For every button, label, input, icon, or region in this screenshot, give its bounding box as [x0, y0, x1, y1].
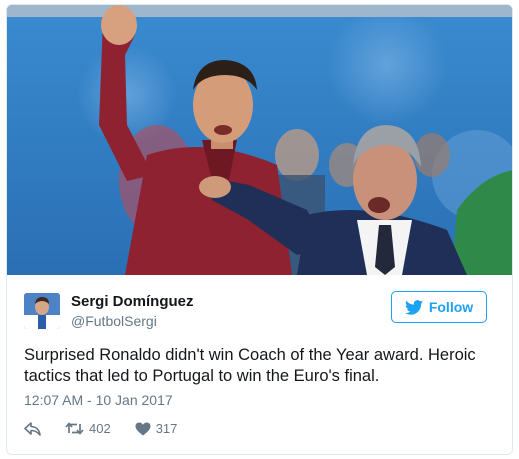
- avatar[interactable]: [24, 293, 60, 329]
- like-count: 317: [155, 421, 178, 436]
- tweet-photo[interactable]: [7, 5, 512, 275]
- retweet-icon: [65, 422, 84, 435]
- tweet-actions: 402 317: [24, 421, 177, 436]
- retweet-button[interactable]: 402: [65, 421, 111, 436]
- author-handle[interactable]: @FutbolSergi: [71, 313, 157, 329]
- tweet-text: Surprised Ronaldo didn't win Coach of th…: [24, 346, 476, 385]
- retweet-count: 402: [89, 421, 111, 436]
- follow-button[interactable]: Follow: [391, 291, 487, 323]
- author-name[interactable]: Sergi Domínguez: [71, 293, 194, 310]
- photo-illustration: [7, 5, 512, 275]
- tweet-card: Sergi Domínguez @FutbolSergi Follow Surp…: [6, 4, 513, 455]
- reply-button[interactable]: [24, 421, 41, 436]
- reply-icon: [24, 421, 41, 436]
- twitter-bird-icon: [404, 299, 423, 315]
- heart-icon: [135, 422, 151, 435]
- tweet-timestamp[interactable]: 12:07 AM - 10 Jan 2017: [24, 392, 173, 408]
- avatar-image: [24, 293, 60, 329]
- tweet-body: Sergi Domínguez @FutbolSergi Follow Surp…: [7, 276, 512, 454]
- like-button[interactable]: 317: [135, 421, 178, 436]
- follow-label: Follow: [428, 299, 474, 315]
